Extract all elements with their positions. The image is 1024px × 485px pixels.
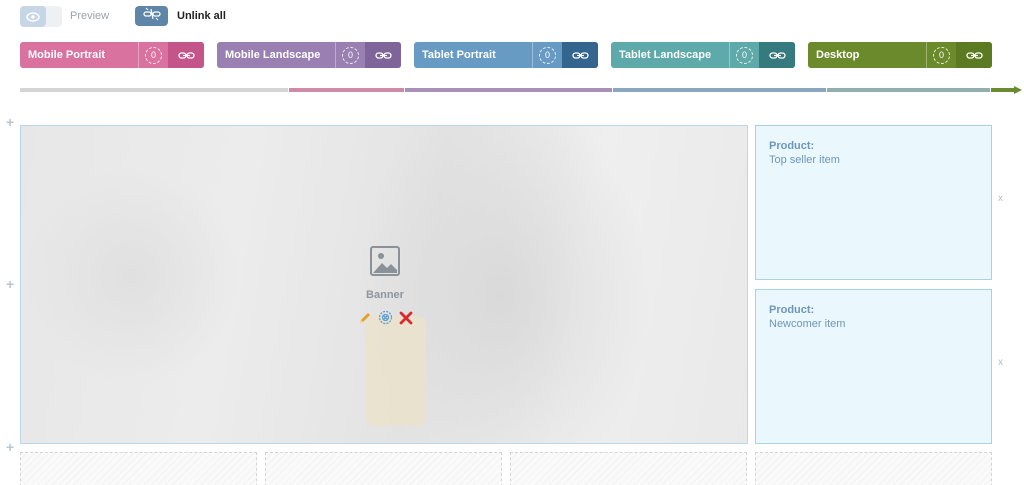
link-icon[interactable] [562, 42, 598, 68]
image-icon [370, 246, 400, 281]
unlink-all-button[interactable] [135, 6, 168, 26]
device-name: Tablet Landscape [619, 49, 712, 61]
unlink-all-label: Unlink all [177, 10, 226, 22]
gear-icon[interactable] [378, 310, 393, 330]
device-tab-tablet-portrait[interactable]: Tablet Portrait 0 [414, 42, 598, 68]
unlink-icon [142, 7, 161, 26]
preview-label: Preview [70, 10, 110, 22]
device-tab-tablet-landscape[interactable]: Tablet Landscape 0 [611, 42, 795, 68]
device-name: Mobile Landscape [225, 49, 321, 61]
link-icon[interactable] [365, 42, 401, 68]
remove-product-button[interactable]: x [998, 357, 1003, 368]
rail-arrow-icon [1014, 86, 1022, 94]
product-title: Product: [769, 140, 815, 152]
device-tab-desktop[interactable]: Desktop 0 [808, 42, 992, 68]
banner-title: Banner [366, 289, 404, 301]
device-tab-mobile-landscape[interactable]: Mobile Landscape 0 [217, 42, 401, 68]
product-name: Newcomer item [769, 318, 846, 330]
product-widget[interactable]: Product: Newcomer item [755, 289, 992, 444]
link-icon[interactable] [168, 42, 204, 68]
product-title: Product: [769, 304, 815, 316]
device-name: Desktop [816, 49, 860, 61]
banner-content: Banner [357, 246, 413, 330]
eye-icon [20, 6, 46, 27]
breakpoint-rail [20, 87, 1014, 93]
device-count: 0 [926, 42, 956, 68]
product-name: Top seller item [769, 154, 840, 166]
pencil-icon[interactable] [358, 311, 372, 330]
banner-widget[interactable]: Banner [20, 125, 748, 444]
device-count: 0 [138, 42, 168, 68]
link-icon[interactable] [956, 42, 992, 68]
device-count: 0 [729, 42, 759, 68]
empty-cell[interactable] [265, 452, 502, 485]
device-name: Tablet Portrait [422, 49, 496, 61]
device-name: Mobile Portrait [28, 49, 106, 61]
remove-product-button[interactable]: x [998, 193, 1003, 204]
add-row-button[interactable]: + [6, 439, 14, 455]
empty-cell[interactable] [755, 452, 992, 485]
link-icon[interactable] [759, 42, 795, 68]
preview-toggle[interactable] [20, 6, 62, 27]
empty-cell[interactable] [20, 452, 257, 485]
device-count: 0 [532, 42, 562, 68]
close-icon[interactable] [399, 311, 413, 330]
device-tab-mobile-portrait[interactable]: Mobile Portrait 0 [20, 42, 204, 68]
add-row-button[interactable]: + [6, 114, 14, 130]
device-count: 0 [335, 42, 365, 68]
product-widget[interactable]: Product: Top seller item [755, 125, 992, 280]
add-row-button[interactable]: + [6, 276, 14, 292]
empty-cell[interactable] [510, 452, 747, 485]
